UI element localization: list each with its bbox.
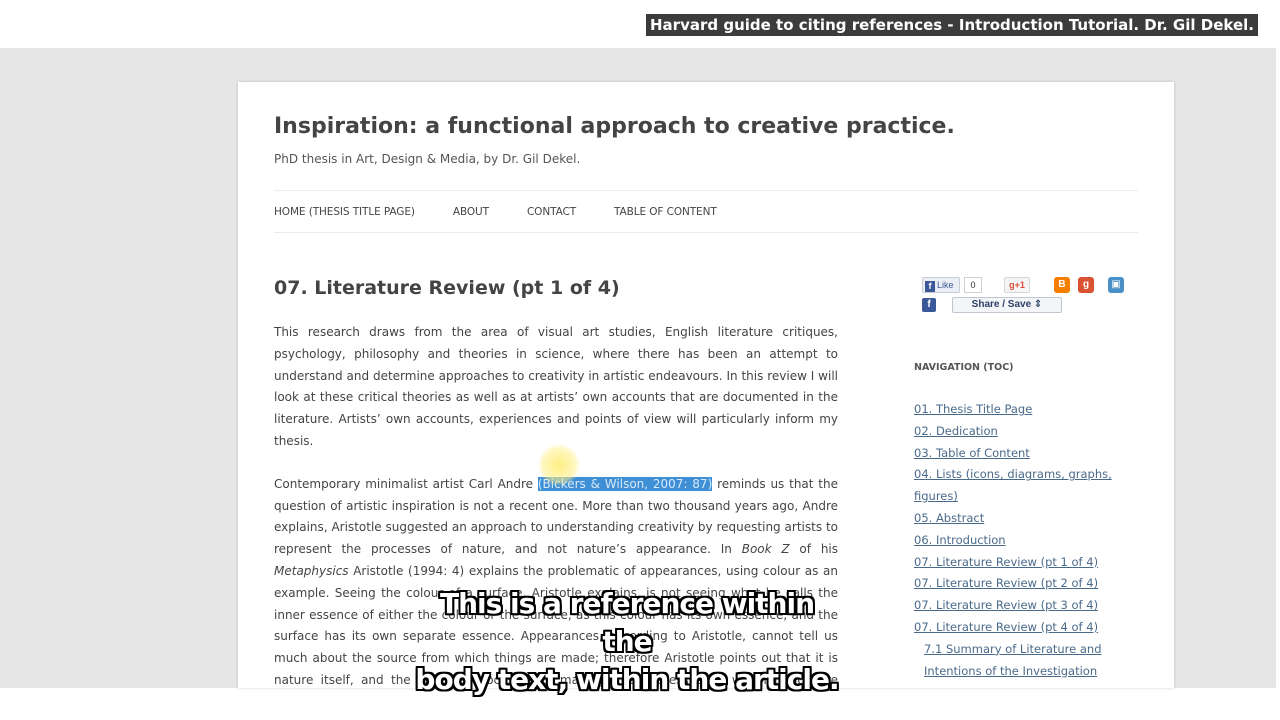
book-title: Book Z <box>741 542 790 557</box>
toc-link[interactable]: 06. Introduction <box>914 533 1006 547</box>
site-title[interactable]: Inspiration: a functional approach to cr… <box>274 114 955 139</box>
toc-subitem: 7.1 Summary of Literature and Intentions… <box>914 639 1114 683</box>
video-title-banner: Harvard guide to citing references - Int… <box>646 14 1258 36</box>
paragraph-2-text: Contemporary minimalist artist Carl Andr… <box>274 476 538 491</box>
toc-link[interactable]: 03. Table of Content <box>914 446 1030 460</box>
toc-list: 01. Thesis Title Page 02. Dedication 03.… <box>914 399 1114 682</box>
facebook-share-icon[interactable]: f <box>922 298 936 312</box>
facebook-icon: f <box>925 281 935 292</box>
video-subtitle: This is a reference within the body text… <box>413 585 841 699</box>
blogger-icon[interactable]: B <box>1054 277 1070 293</box>
sidebar-heading: NAVIGATION (TOC) <box>914 362 1014 373</box>
toc-item: 07. Literature Review (pt 3 of 4) <box>914 595 1114 617</box>
toc-link[interactable]: 07. Literature Review (pt 3 of 4) <box>914 598 1098 612</box>
main-navigation: HOME (THESIS TITLE PAGE) ABOUT CONTACT T… <box>274 206 755 218</box>
paragraph-1: This research draws from the area of vis… <box>274 325 838 448</box>
toc-item: 05. Abstract <box>914 508 1114 530</box>
toc-link[interactable]: 07. Literature Review (pt 4 of 4) <box>914 620 1098 634</box>
toc-item: 04. Lists (icons, diagrams, graphs, figu… <box>914 464 1114 508</box>
toc-item: 07. Literature Review (pt 1 of 4) <box>914 552 1114 574</box>
entry-title: 07. Literature Review (pt 1 of 4) <box>274 277 620 299</box>
like-label: Like <box>937 280 954 290</box>
toc-item: 02. Dedication <box>914 421 1114 443</box>
toc-item: 06. Introduction <box>914 530 1114 552</box>
nav-item-about[interactable]: ABOUT <box>453 206 489 218</box>
google-icon[interactable]: g <box>1078 277 1094 293</box>
toc-item: 07. Literature Review (pt 4 of 4) <box>914 617 1114 639</box>
toc-link[interactable]: 07. Literature Review (pt 2 of 4) <box>914 576 1098 590</box>
facebook-like-button[interactable]: f Like <box>922 277 960 293</box>
site-description: PhD thesis in Art, Design & Media, by Dr… <box>274 152 581 166</box>
share-save-button[interactable]: Share / Save ⇕ <box>952 297 1062 313</box>
nav-item-table-of-content[interactable]: TABLE OF CONTENT <box>614 206 717 218</box>
share-widget: f Like 0 g+1 B g ▣ f Share / Save ⇕ <box>922 277 1124 317</box>
toc-item: 07. Literature Review (pt 2 of 4) <box>914 573 1114 595</box>
nav-item-contact[interactable]: CONTACT <box>527 206 576 218</box>
toc-link[interactable]: 7.1 Summary of Literature and Intentions… <box>924 642 1102 678</box>
toc-link[interactable]: 02. Dedication <box>914 424 998 438</box>
toc-item: 01. Thesis Title Page <box>914 399 1114 421</box>
share-service-icon[interactable]: ▣ <box>1108 277 1124 293</box>
header-divider <box>274 190 1138 191</box>
selected-citation[interactable]: (Bickers & Wilson, 2007: 87) <box>537 476 713 491</box>
toc-link[interactable]: 04. Lists (icons, diagrams, graphs, figu… <box>914 467 1112 503</box>
subtitle-line-1: This is a reference within the <box>439 587 815 658</box>
paragraph-2-text: of his <box>789 542 839 557</box>
toc-link[interactable]: 05. Abstract <box>914 511 984 525</box>
nav-item-home[interactable]: HOME (THESIS TITLE PAGE) <box>274 206 415 218</box>
toc-item: 03. Table of Content <box>914 443 1114 465</box>
toc-link[interactable]: 01. Thesis Title Page <box>914 402 1032 416</box>
toc-link[interactable]: 07. Literature Review (pt 1 of 4) <box>914 555 1098 569</box>
google-plus-button[interactable]: g+1 <box>1004 277 1030 293</box>
viewport-edge <box>1276 48 1280 688</box>
book-title: Metaphysics <box>274 563 349 578</box>
nav-divider <box>274 232 1138 233</box>
subtitle-line-2: body text, within the article. <box>415 663 839 696</box>
like-count: 0 <box>964 277 982 293</box>
